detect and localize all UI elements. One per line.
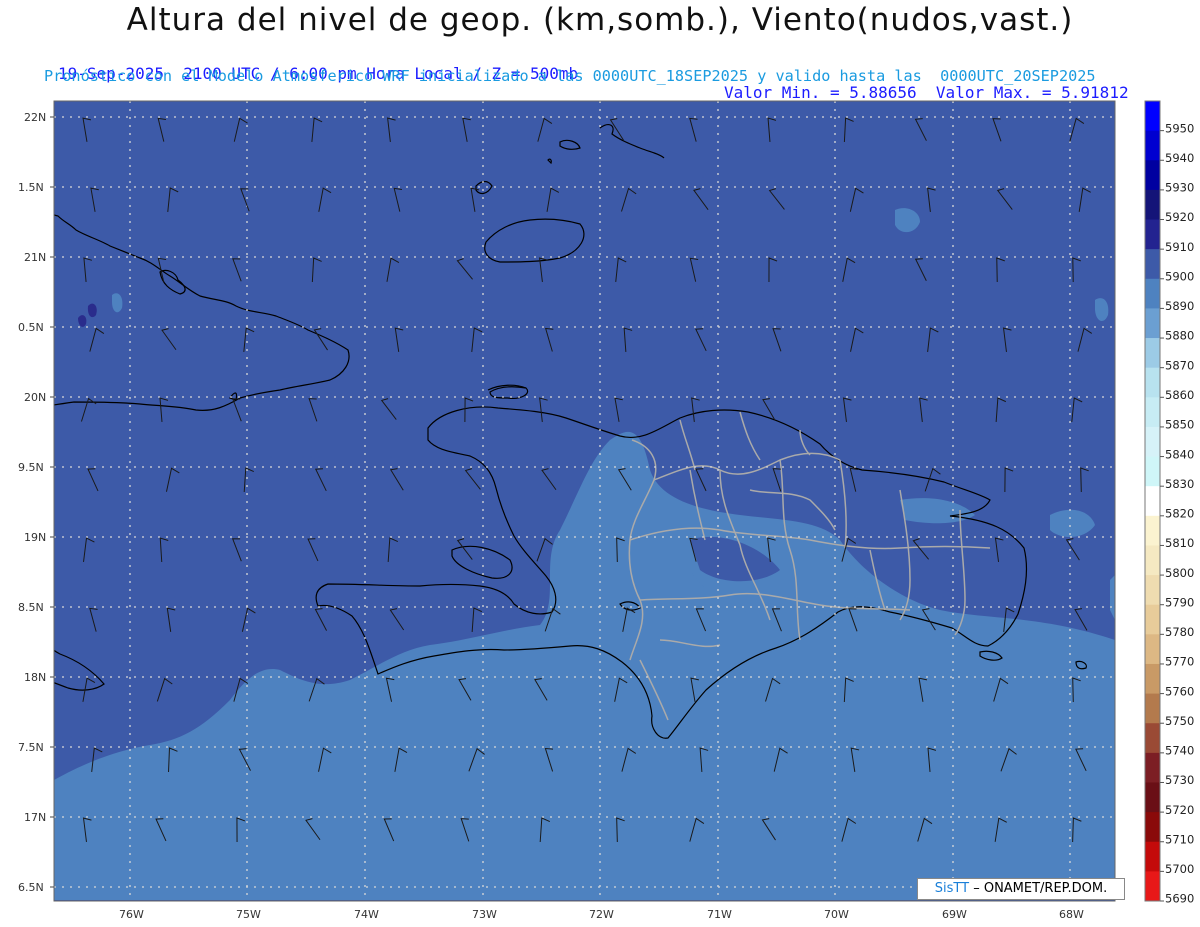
colorbar-swatch — [1145, 871, 1160, 902]
colorbar-label: 5690 — [1165, 892, 1194, 906]
colorbar-swatch — [1145, 308, 1160, 339]
colorbar-label: 5890 — [1165, 299, 1194, 313]
latitude-labels: 22N 1.5N 21N 0.5N 20N 9.5N 19N 8.5N 18N … — [18, 111, 46, 894]
colorbar-swatch — [1145, 634, 1160, 665]
colorbar-label: 5760 — [1165, 684, 1194, 698]
lon-label: 73W — [472, 908, 497, 921]
colorbar-label: 5780 — [1165, 625, 1194, 639]
colorbar-swatch — [1145, 812, 1160, 843]
colorbar-swatch — [1145, 663, 1160, 695]
lon-label: 75W — [236, 908, 261, 921]
colorbar-swatch — [1145, 189, 1160, 221]
colorbar-swatch — [1145, 515, 1160, 546]
lon-label: 68W — [1059, 908, 1084, 921]
colorbar-label: 5950 — [1165, 121, 1194, 135]
colorbar-swatch — [1145, 367, 1160, 398]
credit-box: SisTT – ONAMET/REP.DOM. — [917, 878, 1125, 900]
colorbar-swatch — [1145, 219, 1160, 250]
lon-label: 72W — [589, 908, 614, 921]
colorbar-swatch — [1145, 486, 1160, 517]
colorbar-swatch — [1145, 338, 1160, 369]
lon-label: 69W — [942, 908, 967, 921]
lon-label: 74W — [354, 908, 379, 921]
colorbar-swatch — [1145, 841, 1160, 872]
colorbar-label: 5750 — [1165, 714, 1194, 728]
credit-text: – ONAMET/REP.DOM. — [973, 881, 1108, 896]
colorbar-label: 5800 — [1165, 566, 1194, 580]
colorbar-swatch — [1145, 278, 1160, 309]
lat-label: 19N — [24, 531, 46, 544]
lat-label: 18N — [24, 671, 46, 684]
colorbar-label: 5900 — [1165, 269, 1194, 283]
lat-label: 8.5N — [18, 601, 44, 614]
colorbar-label: 5700 — [1165, 862, 1194, 876]
lat-label: 9.5N — [18, 461, 44, 474]
colorbar-label: 5710 — [1165, 832, 1194, 846]
colorbar-swatch — [1145, 160, 1160, 191]
colorbar-swatch — [1145, 693, 1160, 724]
colorbar-swatch — [1145, 723, 1160, 754]
colorbar-label: 5920 — [1165, 210, 1194, 224]
colorbar-swatch — [1145, 752, 1160, 783]
lat-label: 0.5N — [18, 321, 44, 334]
lat-label: 7.5N — [18, 741, 44, 754]
colorbar-swatch — [1145, 545, 1160, 576]
lon-label: 76W — [119, 908, 144, 921]
colorbar-label: 5860 — [1165, 388, 1194, 402]
colorbar-label: 5870 — [1165, 358, 1194, 372]
colorbar-label: 5810 — [1165, 536, 1194, 550]
lon-label: 71W — [707, 908, 732, 921]
colorbar-label: 5720 — [1165, 803, 1194, 817]
lat-label: 17N — [24, 811, 46, 824]
lon-label: 70W — [824, 908, 849, 921]
lat-label: 22N — [24, 111, 46, 124]
colorbar-label: 5940 — [1165, 151, 1194, 165]
lat-label: 6.5N — [18, 881, 44, 894]
colorbar-label: 5840 — [1165, 447, 1194, 461]
colorbar-swatch — [1145, 426, 1160, 458]
colorbar-label: 5790 — [1165, 595, 1194, 609]
lat-ticks — [50, 116, 54, 888]
colorbar-label: 5730 — [1165, 773, 1194, 787]
colorbar-label: 5770 — [1165, 655, 1194, 669]
colorbar-label: 5880 — [1165, 329, 1194, 343]
colorbar-swatch — [1145, 575, 1160, 606]
colorbar-label: 5930 — [1165, 181, 1194, 195]
colorbar-label: 5820 — [1165, 507, 1194, 521]
colorbar-swatch — [1145, 782, 1160, 813]
lat-label: 21N — [24, 251, 46, 264]
colorbar-label: 5850 — [1165, 418, 1194, 432]
longitude-labels: 76W 75W 74W 73W 72W 71W 70W 69W 68W — [119, 908, 1084, 921]
forecast-map: 22N 1.5N 21N 0.5N 20N 9.5N 19N 8.5N 18N … — [18, 100, 1194, 921]
colorbar-label: 5740 — [1165, 744, 1194, 758]
colorbar-swatch — [1145, 397, 1160, 428]
colorbar-swatch — [1145, 456, 1160, 487]
colorbar-swatch — [1145, 604, 1160, 635]
colorbar-label: 5830 — [1165, 477, 1194, 491]
colorbar-swatch — [1145, 249, 1160, 280]
colorbar: 5950 5940 5930 5920 5910 5900 5890 5880 5870 5860… — [1144, 100, 1194, 906]
colorbar-swatch — [1145, 101, 1160, 132]
lat-label: 20N — [24, 391, 46, 404]
colorbar-label: 5910 — [1165, 240, 1194, 254]
lat-label: 1.5N — [18, 181, 44, 194]
sistt-logo: SisTT — [934, 881, 970, 896]
colorbar-swatch — [1145, 130, 1160, 161]
